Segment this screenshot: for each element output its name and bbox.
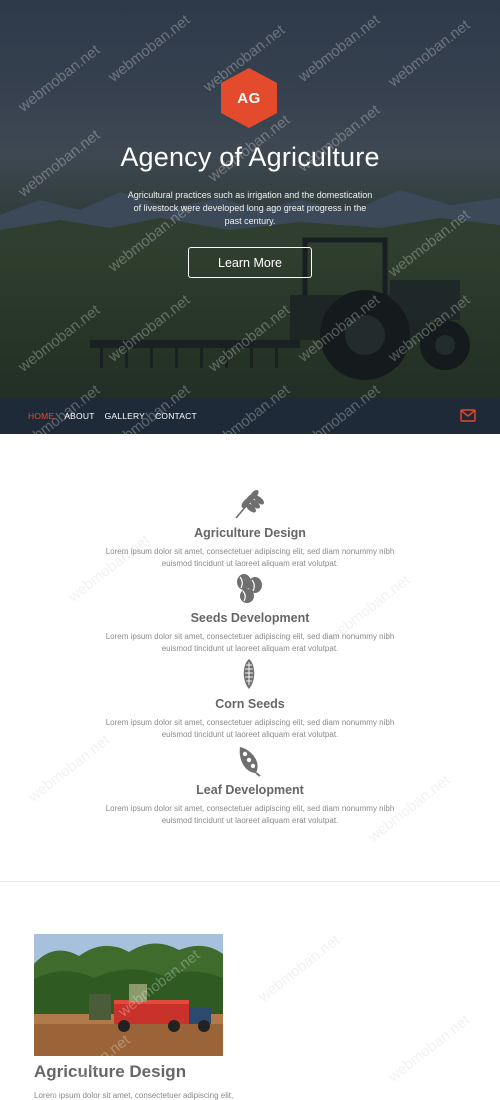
feature-title: Seeds Development <box>190 611 310 625</box>
blog-excerpt: Lorem ipsum dolor sit amet, consectetuer… <box>34 1091 234 1100</box>
watermark: webmoban.net <box>255 931 344 1006</box>
wheat-icon <box>235 490 264 519</box>
harvest-photo <box>34 934 223 1056</box>
feature-text: Lorem ipsum dolor sit amet, consectetuer… <box>105 632 395 653</box>
nav-home[interactable]: HOME <box>28 411 54 421</box>
blog-photo[interactable] <box>34 934 223 1056</box>
feature-text: Lorem ipsum dolor sit amet, consectetuer… <box>105 718 395 739</box>
section-divider <box>0 881 500 882</box>
blog-title[interactable]: Agriculture Design <box>34 1062 186 1082</box>
seeds-icon <box>237 574 262 603</box>
watermark: webmoban.net <box>385 1011 474 1086</box>
feature-text: Lorem ipsum dolor sit amet, consectetuer… <box>105 547 395 568</box>
feature-title: Leaf Development <box>196 783 304 797</box>
features-section: Agriculture Design Lorem ipsum dolor sit… <box>0 434 500 882</box>
feature-text: Lorem ipsum dolor sit amet, consectetuer… <box>105 804 395 825</box>
nav-about[interactable]: ABOUT <box>64 411 94 421</box>
feature-title: Agriculture Design <box>194 526 306 540</box>
main-navbar: HOME ABOUT GALLERY CONTACT <box>0 398 500 434</box>
hero-section: AG Agency of Agriculture Agricultural pr… <box>0 0 500 398</box>
nav-gallery[interactable]: GALLERY <box>105 411 145 421</box>
hero-title: Agency of Agriculture <box>120 142 380 172</box>
envelope-icon[interactable] <box>460 409 476 422</box>
hero-description: Agricultural practices such as irrigatio… <box>127 190 373 226</box>
nav-contact[interactable]: CONTACT <box>155 411 197 421</box>
leaf-icon <box>239 747 261 777</box>
feature-title: Corn Seeds <box>215 697 285 711</box>
learn-more-button[interactable]: Learn More <box>188 247 312 278</box>
corn-icon <box>243 659 255 689</box>
logo-text: AG <box>237 89 261 107</box>
